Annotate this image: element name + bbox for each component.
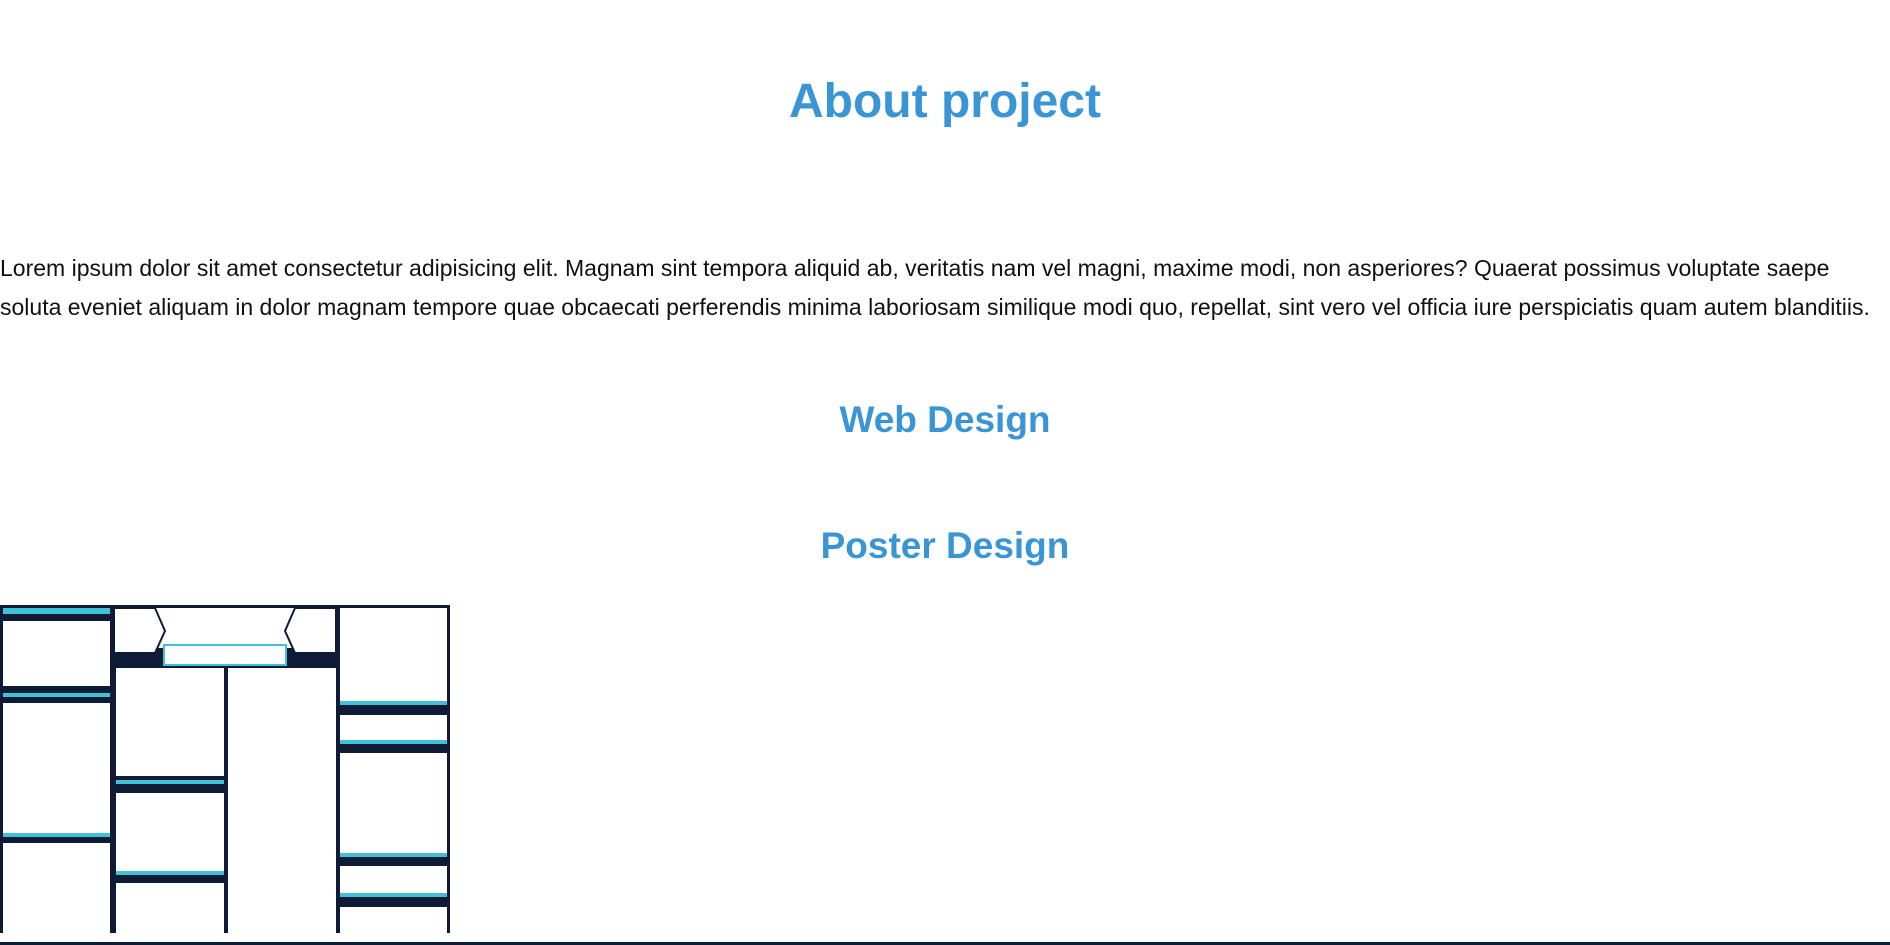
poster-design-thumbnail[interactable] bbox=[0, 605, 450, 933]
poster-design-heading: Poster Design bbox=[820, 525, 1070, 566]
web-design-heading: Web Design bbox=[839, 399, 1051, 440]
poster-wireframe-image bbox=[0, 605, 450, 933]
page-title: About project bbox=[789, 75, 1101, 128]
about-description: Lorem ipsum dolor sit amet consectetur a… bbox=[0, 255, 1870, 320]
